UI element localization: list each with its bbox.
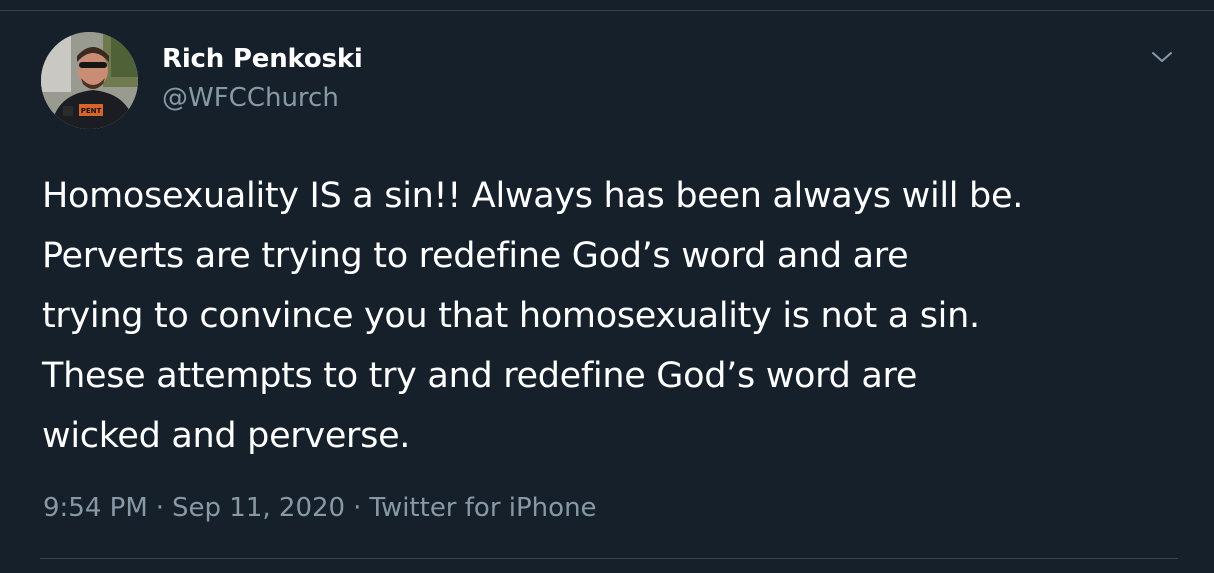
tweet-text-line: These attempts to try and redefine God’s… bbox=[42, 356, 918, 396]
bottom-divider bbox=[40, 558, 1178, 559]
tweet-time[interactable]: 9:54 PM bbox=[43, 493, 148, 523]
tweet-text-line: wicked and perverse. bbox=[42, 416, 411, 456]
tweet-card: PENT Rich Penkoski @WFCChurch Homosexual… bbox=[0, 0, 1214, 573]
tweet-text-line: trying to convince you that homosexualit… bbox=[42, 296, 980, 336]
tweet-date[interactable]: Sep 11, 2020 bbox=[172, 493, 345, 523]
profile-photo-icon: PENT bbox=[41, 32, 138, 129]
meta-separator: · bbox=[353, 493, 362, 523]
author-handle[interactable]: @WFCChurch bbox=[162, 83, 339, 113]
tweet-text-line: Homosexuality IS a sin!! Always has been… bbox=[42, 176, 1024, 216]
chevron-down-icon[interactable] bbox=[1149, 44, 1175, 70]
tweet-source[interactable]: Twitter for iPhone bbox=[369, 493, 596, 523]
tweet-text: Homosexuality IS a sin!! Always has been… bbox=[42, 166, 1192, 466]
tweet-text-line: Perverts are trying to redefine God’s wo… bbox=[42, 236, 909, 276]
author-display-name[interactable]: Rich Penkoski bbox=[162, 44, 363, 74]
tweet-metadata: 9:54 PM · Sep 11, 2020 · Twitter for iPhone bbox=[43, 493, 597, 523]
meta-separator: · bbox=[155, 493, 165, 523]
avatar-badge-text: PENT bbox=[81, 107, 102, 115]
avatar[interactable]: PENT bbox=[41, 32, 138, 129]
top-divider bbox=[0, 10, 1214, 11]
